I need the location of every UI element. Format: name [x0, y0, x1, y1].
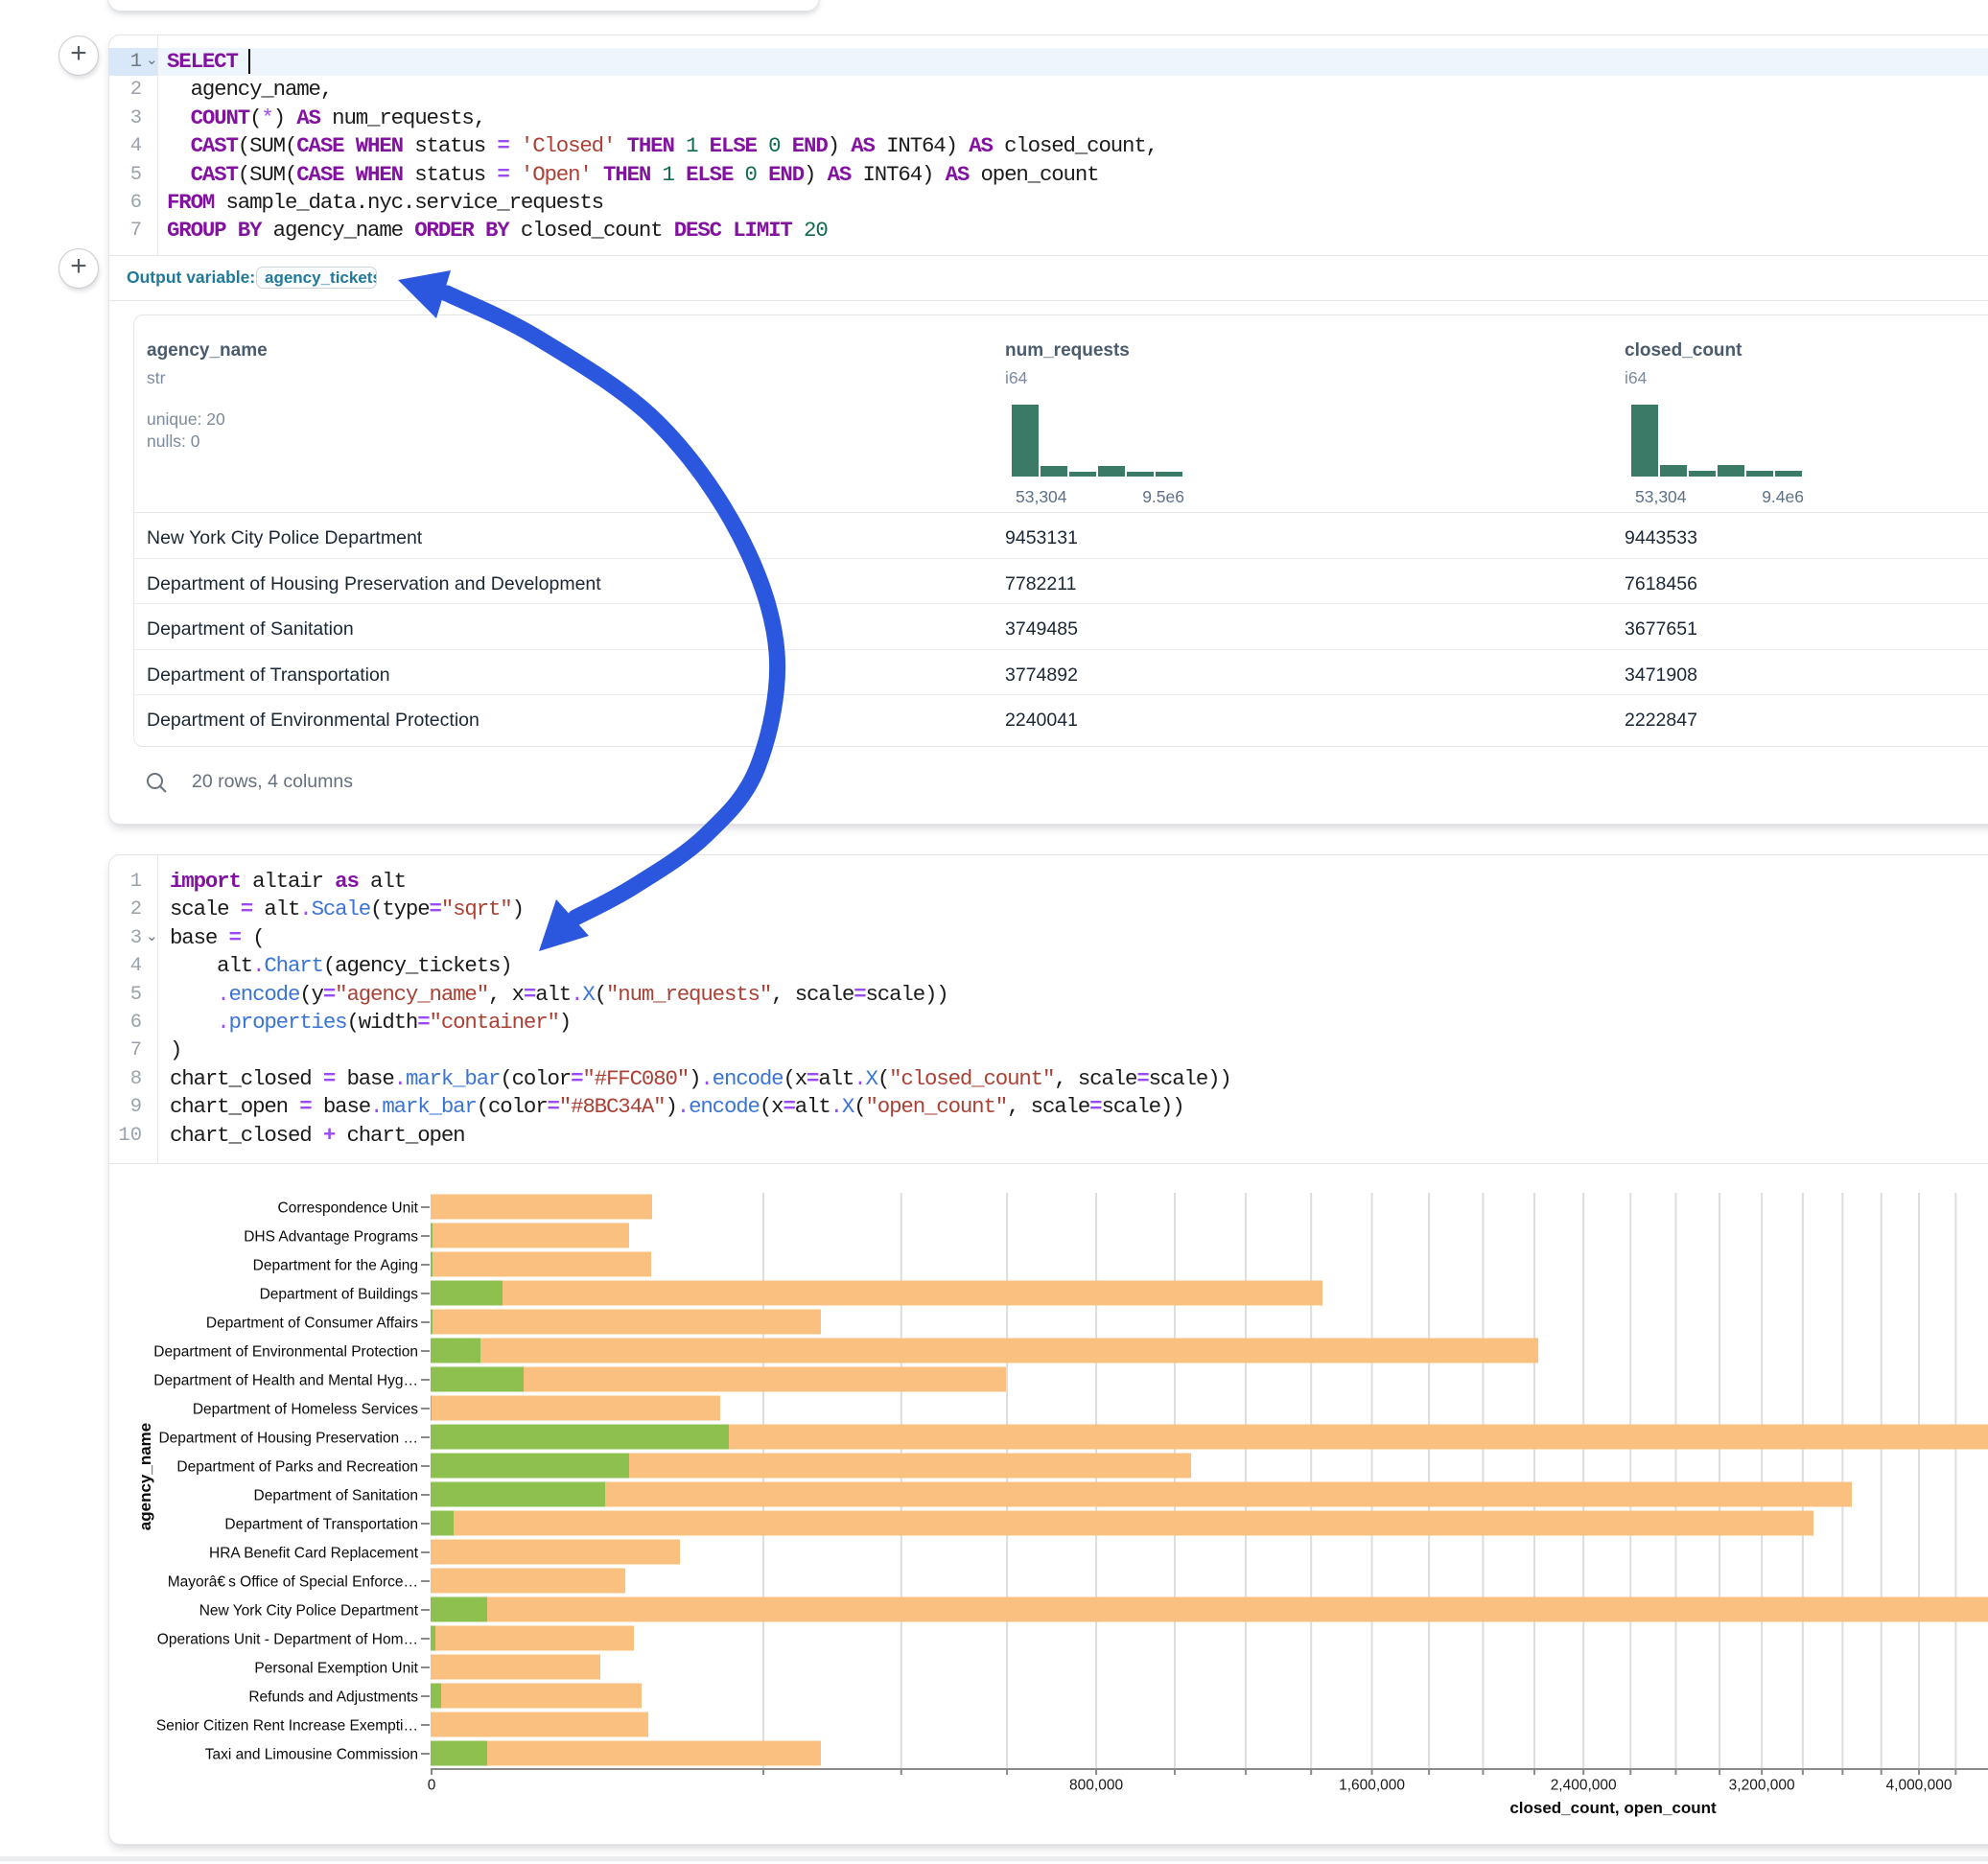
- svg-text:Department of Sanitation: Department of Sanitation: [254, 1488, 418, 1504]
- svg-text:0: 0: [428, 1778, 436, 1794]
- svg-text:Refunds and Adjustments: Refunds and Adjustments: [248, 1689, 418, 1706]
- svg-text:Operations Unit - Department o: Operations Unit - Department of Hom…: [157, 1632, 418, 1648]
- svg-text:DHS Advantage Programs: DHS Advantage Programs: [244, 1229, 418, 1246]
- svg-text:800,000: 800,000: [1069, 1778, 1123, 1794]
- svg-text:agency_name: agency_name: [136, 1423, 154, 1530]
- svg-text:4,000,000: 4,000,000: [1886, 1778, 1953, 1794]
- svg-text:Department of Buildings: Department of Buildings: [260, 1287, 419, 1303]
- svg-text:Correspondence Unit: Correspondence Unit: [278, 1200, 419, 1217]
- svg-text:Department of Environmental Pr: Department of Environmental Protection: [153, 1344, 418, 1361]
- svg-text:Department of Health and Menta: Department of Health and Mental Hyg…: [153, 1373, 418, 1389]
- svg-text:New York City Police Departmen: New York City Police Department: [199, 1603, 419, 1619]
- svg-text:Department of Transportation: Department of Transportation: [224, 1517, 418, 1533]
- svg-text:Department for the Aging: Department for the Aging: [253, 1258, 418, 1274]
- svg-text:1,600,000: 1,600,000: [1339, 1778, 1405, 1794]
- svg-text:Department of Parks and Recrea: Department of Parks and Recreation: [176, 1459, 418, 1476]
- svg-text:Department of Consumer Affairs: Department of Consumer Affairs: [206, 1316, 418, 1332]
- svg-text:Mayorâ€ s Office of Special En: Mayorâ€ s Office of Special Enforce…: [168, 1574, 418, 1591]
- svg-text:Senior Citizen Rent Increase E: Senior Citizen Rent Increase Exempti…: [156, 1718, 418, 1735]
- svg-text:Department of Homeless Service: Department of Homeless Services: [193, 1402, 418, 1418]
- svg-text:HRA Benefit Card Replacement: HRA Benefit Card Replacement: [209, 1546, 419, 1562]
- svg-text:2,400,000: 2,400,000: [1551, 1778, 1617, 1794]
- svg-text:3,200,000: 3,200,000: [1729, 1778, 1795, 1794]
- svg-text:Taxi and Limousine Commission: Taxi and Limousine Commission: [205, 1747, 418, 1763]
- svg-text:Personal Exemption Unit: Personal Exemption Unit: [254, 1661, 418, 1677]
- svg-text:closed_count, open_count: closed_count, open_count: [1509, 1799, 1717, 1817]
- svg-text:Department of Housing Preserva: Department of Housing Preservation …: [158, 1431, 418, 1447]
